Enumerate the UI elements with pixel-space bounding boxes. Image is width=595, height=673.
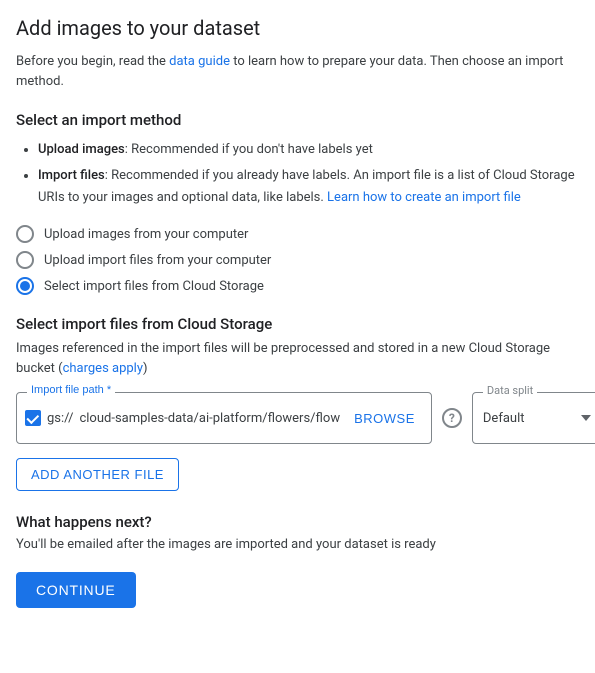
data-split-container: Data split Default (472, 392, 595, 444)
radio-group: Upload images from your computer Upload … (16, 225, 579, 295)
file-path-checkbox[interactable] (25, 410, 41, 426)
radio-upload-images-input[interactable] (16, 225, 34, 243)
continue-button[interactable]: CONTINUE (16, 572, 136, 608)
bullet-upload-images: Upload images: Recommended if you don't … (38, 139, 579, 161)
section2-desc: Images referenced in the import files wi… (16, 339, 579, 378)
learn-import-link[interactable]: Learn how to create an import file (327, 190, 521, 205)
what-next-desc: You'll be emailed after the images are i… (16, 537, 579, 552)
section1-title: Select an import method (16, 111, 579, 129)
data-split-label: Data split (483, 384, 537, 397)
data-guide-link[interactable]: data guide (169, 54, 230, 69)
bullet-list: Upload images: Recommended if you don't … (16, 139, 579, 209)
radio-cloud-storage-input[interactable] (16, 277, 34, 295)
chevron-down-icon[interactable] (581, 415, 591, 421)
file-path-container: Import file path * gs:// cloud-samples-d… (16, 392, 432, 444)
section2-title: Select import files from Cloud Storage (16, 315, 579, 333)
file-path-prefix: gs:// (47, 411, 73, 426)
what-next-section: What happens next? You'll be emailed aft… (16, 513, 579, 552)
intro-text: Before you begin, read the data guide to… (16, 52, 579, 91)
what-next-title: What happens next? (16, 513, 579, 531)
data-split-value: Default (483, 411, 577, 426)
charges-apply-link[interactable]: charges apply (63, 361, 143, 376)
file-path-help-icon[interactable]: ? (442, 408, 462, 428)
file-path-value: cloud-samples-data/ai-platform/flowers/f… (79, 411, 340, 426)
cloud-storage-section: Select import files from Cloud Storage I… (16, 315, 579, 491)
radio-cloud-storage[interactable]: Select import files from Cloud Storage (16, 277, 579, 295)
radio-upload-images[interactable]: Upload images from your computer (16, 225, 579, 243)
add-another-file-button[interactable]: ADD ANOTHER FILE (16, 458, 179, 491)
browse-button[interactable]: BROWSE (346, 411, 423, 426)
bullet-import-files: Import files: Recommended if you already… (38, 165, 579, 209)
radio-upload-import-files[interactable]: Upload import files from your computer (16, 251, 579, 269)
file-path-label: Import file path * (27, 384, 115, 396)
page-title: Add images to your dataset (16, 16, 579, 40)
radio-upload-import-files-input[interactable] (16, 251, 34, 269)
